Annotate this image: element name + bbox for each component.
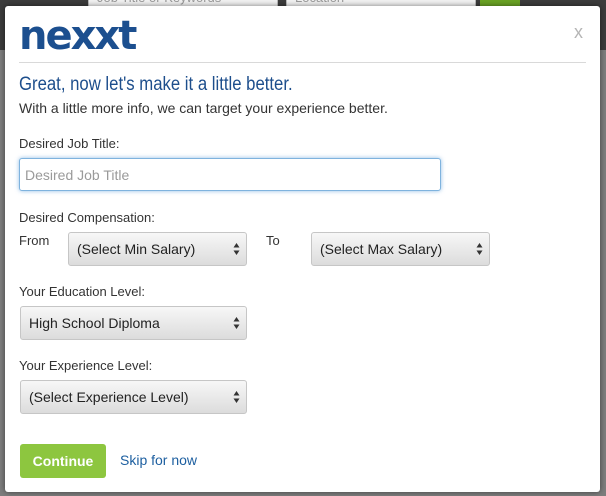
compensation-label: Desired Compensation:: [19, 210, 155, 225]
select-arrows-icon: [233, 243, 240, 255]
from-label: From: [19, 233, 50, 248]
profile-modal: nexxt x Great, now let's make it a littl…: [5, 6, 600, 492]
continue-button[interactable]: Continue: [20, 444, 106, 478]
min-salary-value: (Select Min Salary): [77, 241, 196, 257]
header-divider: [19, 62, 586, 63]
select-arrows-icon: [233, 317, 240, 329]
to-label: To: [266, 233, 280, 248]
min-salary-select[interactable]: (Select Min Salary): [68, 232, 247, 266]
modal-subline: With a little more info, we can target y…: [19, 100, 388, 116]
job-title-label: Desired Job Title:: [19, 136, 120, 151]
select-arrows-icon: [476, 243, 483, 255]
job-title-input[interactable]: [19, 158, 441, 191]
experience-select[interactable]: (Select Experience Level): [20, 380, 247, 414]
experience-value: (Select Experience Level): [29, 389, 189, 405]
experience-label: Your Experience Level:: [19, 358, 153, 373]
education-value: High School Diploma: [29, 315, 160, 331]
max-salary-select[interactable]: (Select Max Salary): [311, 232, 490, 266]
skip-link[interactable]: Skip for now: [120, 452, 197, 468]
education-select[interactable]: High School Diploma: [20, 306, 247, 340]
modal-headline: Great, now let's make it a little better…: [19, 74, 293, 95]
close-button[interactable]: x: [574, 22, 583, 43]
select-arrows-icon: [233, 391, 240, 403]
max-salary-value: (Select Max Salary): [320, 241, 443, 257]
education-label: Your Education Level:: [19, 284, 146, 299]
nexxt-logo: nexxt: [19, 13, 137, 59]
